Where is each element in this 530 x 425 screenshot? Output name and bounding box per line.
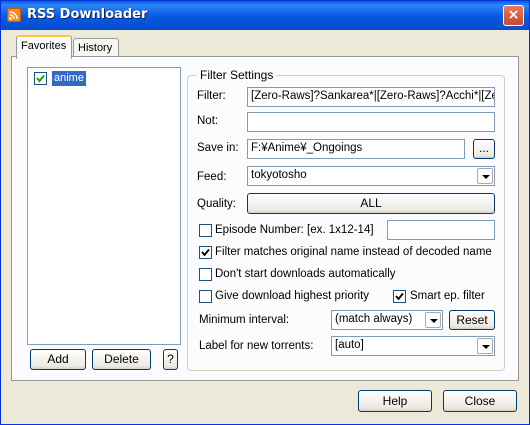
- favorites-list[interactable]: anime: [27, 67, 181, 345]
- chevron-down-icon[interactable]: [477, 338, 493, 354]
- min-interval-select[interactable]: (match always): [331, 310, 443, 330]
- title-bar[interactable]: RSS Downloader ×: [1, 1, 529, 30]
- no-autostart-label: Don't start downloads automatically: [215, 268, 396, 280]
- check-icon: [36, 74, 45, 83]
- filter-label: Filter:: [197, 90, 226, 102]
- quality-button[interactable]: ALL: [247, 193, 495, 214]
- window-title: RSS Downloader: [27, 7, 148, 22]
- rss-icon: [7, 8, 21, 22]
- torrent-label-select[interactable]: [auto]: [331, 336, 495, 356]
- delete-button[interactable]: Delete: [92, 349, 151, 370]
- feed-value: tokyotosho: [251, 169, 307, 181]
- save-in-label: Save in:: [197, 142, 239, 154]
- original-name-label: Filter matches original name instead of …: [215, 246, 492, 258]
- chevron-down-icon[interactable]: [477, 168, 493, 184]
- not-label: Not:: [197, 115, 219, 127]
- browse-label: ...: [478, 141, 489, 155]
- tab-history-label: History: [78, 42, 113, 54]
- episode-input[interactable]: [387, 220, 495, 240]
- filter-value: [Zero-Raws]?Sankarea*|[Zero-Raws]?Acchi*…: [251, 90, 495, 102]
- min-interval-label: Minimum interval:: [199, 314, 290, 326]
- check-icon: [201, 248, 210, 257]
- check-icon: [395, 292, 404, 301]
- add-button-label: Add: [47, 352, 69, 366]
- torrent-label-value: [auto]: [335, 339, 364, 351]
- help-button-label: Help: [382, 394, 408, 408]
- chevron-down-icon[interactable]: [425, 312, 441, 328]
- favorite-enabled-checkbox[interactable]: [34, 72, 47, 85]
- reset-button[interactable]: Reset: [449, 310, 495, 330]
- reset-label: Reset: [456, 313, 488, 327]
- high-priority-label: Give download highest priority: [215, 290, 370, 302]
- favorite-label: anime: [52, 71, 86, 86]
- quality-value: ALL: [360, 196, 382, 210]
- close-window-button[interactable]: ×: [503, 5, 524, 26]
- filter-input[interactable]: [Zero-Raws]?Sankarea*|[Zero-Raws]?Acchi*…: [247, 87, 495, 107]
- add-button[interactable]: Add: [30, 349, 86, 370]
- tab-favorites-label: Favorites: [21, 40, 67, 52]
- tab-favorites[interactable]: Favorites: [16, 35, 72, 59]
- no-autostart-checkbox[interactable]: [199, 268, 212, 281]
- feed-label: Feed:: [197, 171, 227, 183]
- high-priority-checkbox[interactable]: [199, 290, 212, 303]
- help-button[interactable]: Help: [358, 390, 432, 412]
- quality-label: Quality:: [197, 198, 236, 210]
- smart-ep-checkbox[interactable]: [393, 290, 406, 303]
- save-in-input[interactable]: F:¥Anime¥_Ongoings: [247, 139, 465, 159]
- rss-downloader-window: RSS Downloader × Favorites History anime…: [0, 0, 530, 425]
- smart-ep-label: Smart ep. filter: [410, 290, 485, 302]
- not-input[interactable]: [247, 112, 495, 132]
- feed-select[interactable]: tokyotosho: [247, 166, 495, 186]
- close-button-label: Close: [464, 394, 496, 408]
- help-small-label: ?: [167, 352, 174, 366]
- save-in-value: F:¥Anime¥_Ongoings: [251, 142, 363, 154]
- delete-button-label: Delete: [104, 352, 139, 366]
- torrent-label-label: Label for new torrents:: [199, 340, 314, 352]
- episode-label: Episode Number: [ex. 1x12-14]: [215, 224, 374, 236]
- close-icon: ×: [507, 7, 520, 23]
- min-interval-value: (match always): [335, 313, 413, 325]
- close-button[interactable]: Close: [443, 390, 517, 412]
- original-name-checkbox[interactable]: [199, 246, 212, 259]
- episode-checkbox[interactable]: [199, 224, 212, 237]
- filter-settings-title: Filter Settings: [197, 68, 277, 82]
- browse-button[interactable]: ...: [473, 139, 495, 159]
- help-small-button[interactable]: ?: [163, 349, 178, 370]
